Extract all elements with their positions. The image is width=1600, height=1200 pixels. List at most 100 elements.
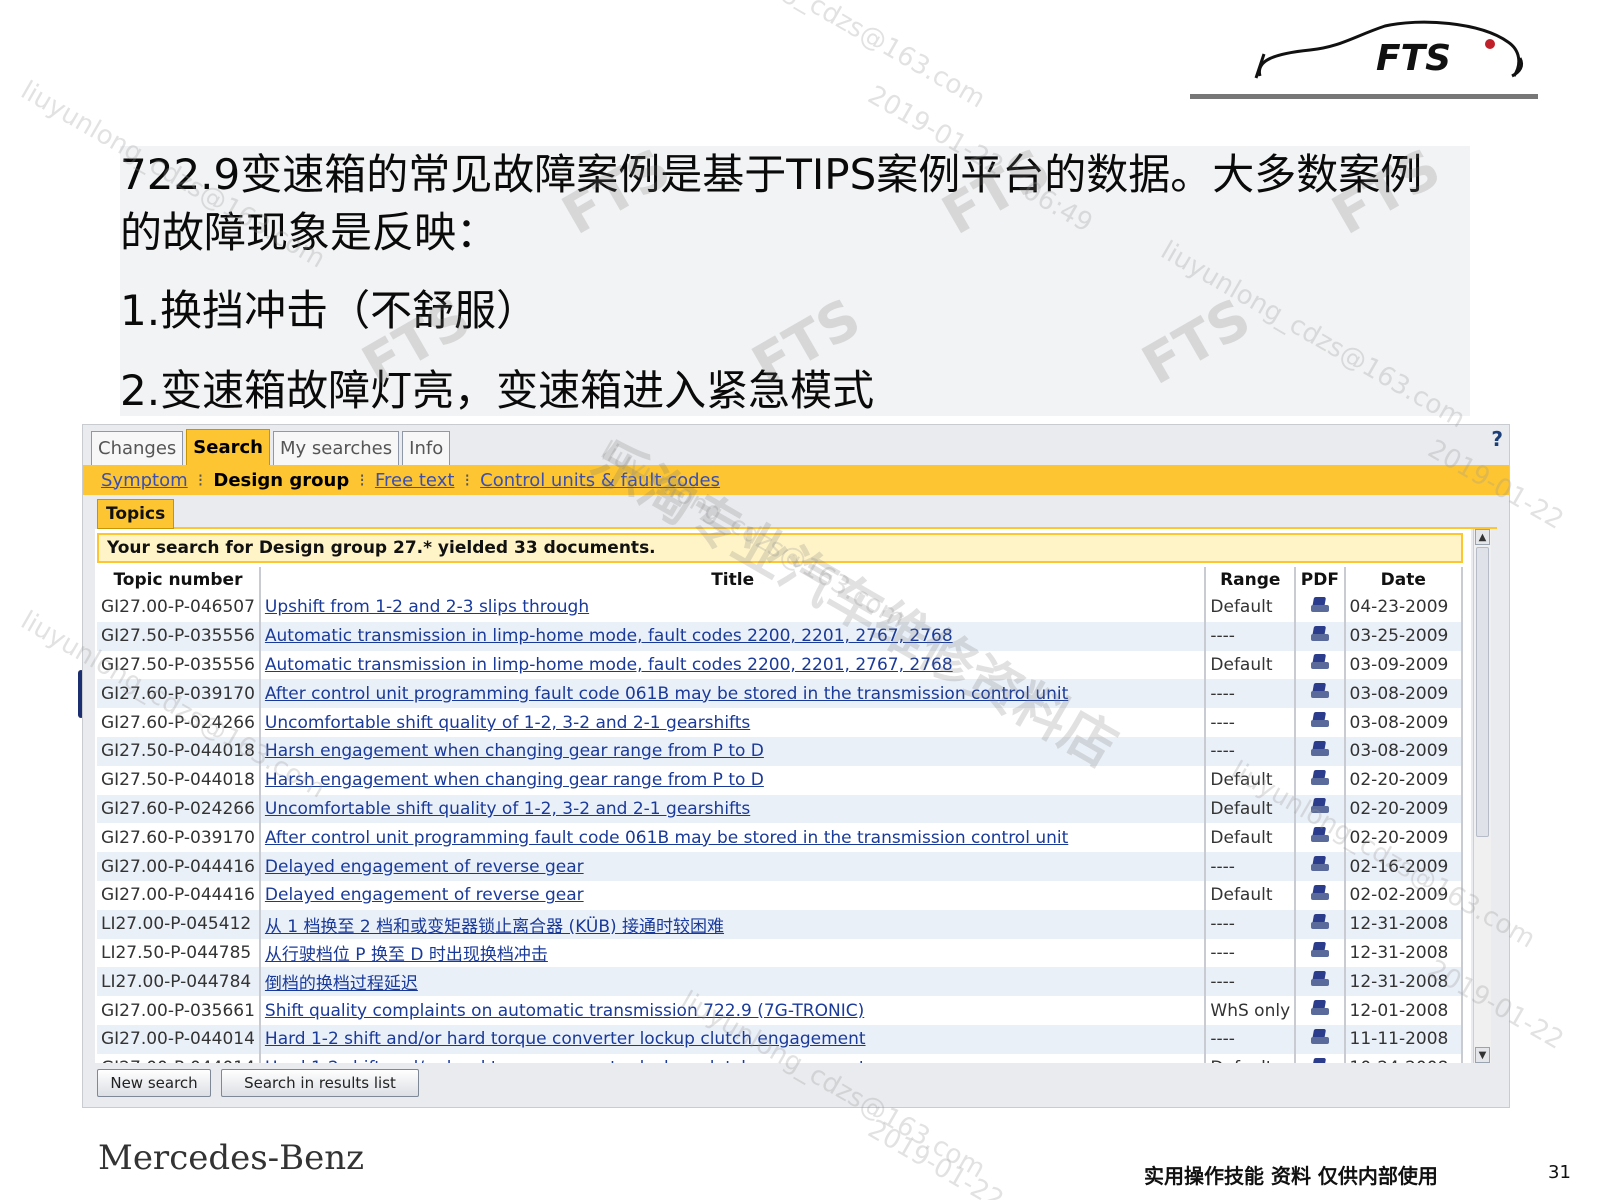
tab-changes[interactable]: Changes bbox=[91, 431, 184, 465]
table-row[interactable]: GI27.60-P-024266 Uncomfortable shift qual… bbox=[97, 794, 1464, 824]
table-row[interactable]: GI27.60-P-039170 After control unit progr… bbox=[97, 823, 1464, 853]
pdf-print-icon[interactable] bbox=[1310, 626, 1329, 642]
subnav-symptom[interactable]: Symptom bbox=[101, 470, 188, 491]
pdf-print-icon[interactable] bbox=[1310, 654, 1329, 670]
pdf-print-icon[interactable] bbox=[1310, 1000, 1329, 1016]
document-title-link[interactable]: Automatic transmission in limp-home mode… bbox=[265, 655, 953, 675]
table-row[interactable]: GI27.00-P-044014Hard 1-2 shift and/or ha… bbox=[97, 1024, 1464, 1054]
pdf-print-icon[interactable] bbox=[1310, 741, 1329, 757]
topic-number-cell: GI27.50-P-044018 bbox=[97, 736, 261, 766]
title-cell: After control unit programming fault cod… bbox=[259, 823, 1207, 853]
help-icon[interactable]: ? bbox=[1491, 427, 1503, 451]
tab-topics[interactable]: Topics bbox=[97, 499, 175, 529]
pdf-cell bbox=[1295, 794, 1346, 824]
date-cell: 02-02-2009 bbox=[1344, 880, 1464, 910]
range-cell: ---- bbox=[1205, 967, 1297, 997]
document-title-link[interactable]: Shift quality complaints on automatic tr… bbox=[265, 1001, 864, 1021]
pdf-print-icon[interactable] bbox=[1310, 770, 1329, 786]
range-cell: ---- bbox=[1205, 736, 1297, 766]
subnav-free-text[interactable]: Free text bbox=[375, 470, 454, 491]
table-row[interactable]: LI27.00-P-044784 倒档的换档过程延迟 ---- 12-31-2008 bbox=[97, 967, 1464, 997]
document-title-link[interactable]: Uncomfortable shift quality of 1-2, 3-2 … bbox=[265, 799, 750, 819]
title-cell: Delayed engagement of reverse gear bbox=[259, 880, 1207, 910]
column-header-title[interactable]: Title bbox=[259, 567, 1207, 593]
new-search-button[interactable]: New search bbox=[97, 1069, 211, 1097]
range-cell: Default bbox=[1205, 765, 1297, 795]
title-cell: 从行驶档位 P 换至 D 时出现换档冲击 bbox=[259, 938, 1207, 968]
document-title-link[interactable]: Harsh engagement when changing gear rang… bbox=[265, 770, 764, 790]
pdf-print-icon[interactable] bbox=[1310, 798, 1329, 814]
table-row[interactable]: LI27.00-P-045412 从 1 档换至 2 档和或变矩器锁止离合器 (K… bbox=[97, 909, 1464, 939]
range-cell: Default bbox=[1205, 794, 1297, 824]
document-title-link[interactable]: Delayed engagement of reverse gear bbox=[265, 857, 584, 877]
topic-number-cell: GI27.60-P-039170 bbox=[97, 679, 261, 709]
column-header-date[interactable]: Date bbox=[1344, 567, 1464, 593]
pdf-print-icon[interactable] bbox=[1310, 1029, 1329, 1045]
results-scrollbar[interactable]: ▲ ▼ bbox=[1473, 529, 1491, 1063]
document-title-link[interactable]: Harsh engagement when changing gear rang… bbox=[265, 741, 764, 761]
title-cell: Automatic transmission in limp-home mode… bbox=[259, 650, 1207, 680]
table-row[interactable]: GI27.00-P-044416 Delayed engagement of re… bbox=[97, 852, 1464, 881]
subnav-design-group[interactable]: Design group bbox=[213, 470, 349, 491]
pdf-print-icon[interactable] bbox=[1310, 683, 1329, 699]
document-title-link[interactable]: 从行驶档位 P 换至 D 时出现换档冲击 bbox=[265, 945, 548, 965]
pdf-print-icon[interactable] bbox=[1310, 942, 1329, 958]
title-cell: Delayed engagement of reverse gear bbox=[259, 852, 1207, 881]
document-title-link[interactable]: Hard 1-2 shift and/or hard torque conver… bbox=[265, 1029, 866, 1049]
scroll-up-arrow-icon[interactable]: ▲ bbox=[1475, 529, 1490, 545]
topic-number-cell: GI27.00-P-044416 bbox=[97, 880, 261, 910]
pdf-print-icon[interactable] bbox=[1310, 856, 1329, 872]
column-header-pdf[interactable]: PDF bbox=[1295, 567, 1346, 593]
subnav-control-units[interactable]: Control units & fault codes bbox=[480, 470, 720, 491]
document-title-link[interactable]: Delayed engagement of reverse gear bbox=[265, 885, 584, 905]
pdf-cell bbox=[1295, 650, 1346, 680]
table-row[interactable]: LI27.50-P-044785 从行驶档位 P 换至 D 时出现换档冲击 ----… bbox=[97, 938, 1464, 968]
topic-number-cell: GI27.60-P-024266 bbox=[97, 708, 261, 737]
pdf-print-icon[interactable] bbox=[1310, 597, 1329, 613]
pdf-print-icon[interactable] bbox=[1310, 712, 1329, 728]
page-number: 31 bbox=[1548, 1162, 1571, 1183]
date-cell: 12-31-2008 bbox=[1344, 967, 1464, 997]
document-title-link[interactable]: Upshift from 1-2 and 2-3 slips through bbox=[265, 597, 589, 617]
pdf-print-icon[interactable] bbox=[1310, 971, 1329, 987]
topic-number-cell: LI27.00-P-045412 bbox=[97, 909, 261, 939]
tips-app-window: ? Changes Search My searches Info Sympto… bbox=[82, 424, 1510, 1108]
search-in-results-button[interactable]: Search in results list bbox=[221, 1069, 419, 1097]
column-header-range[interactable]: Range bbox=[1205, 567, 1297, 593]
tab-search[interactable]: Search bbox=[186, 429, 270, 465]
tab-my-searches[interactable]: My searches bbox=[272, 431, 400, 465]
date-cell: 03-09-2009 bbox=[1344, 650, 1464, 680]
title-cell: 从 1 档换至 2 档和或变矩器锁止离合器 (KÜB) 接通时较困难 bbox=[259, 909, 1207, 939]
table-row[interactable]: GI27.50-P-044018 Harsh engagement when ch… bbox=[97, 736, 1464, 766]
document-title-link[interactable]: 从 1 档换至 2 档和或变矩器锁止离合器 (KÜB) 接通时较困难 bbox=[265, 917, 724, 937]
range-cell: Default bbox=[1205, 1053, 1297, 1063]
topic-number-cell: LI27.00-P-044784 bbox=[97, 967, 261, 997]
document-title-link[interactable]: Automatic transmission in limp-home mode… bbox=[265, 626, 953, 646]
table-row[interactable]: GI27.00-P-044014Hard 1-2 shift and/or ha… bbox=[97, 1053, 1464, 1063]
intro-line-2: 的故障现象是反映： bbox=[120, 208, 499, 257]
pdf-print-icon[interactable] bbox=[1310, 914, 1329, 930]
date-cell: 12-01-2008 bbox=[1344, 996, 1464, 1025]
table-row[interactable]: GI27.50-P-035556 Automatic transmission i… bbox=[97, 621, 1464, 651]
table-row[interactable]: GI27.00-P-035661 Shift quality complaints… bbox=[97, 996, 1464, 1025]
scroll-thumb[interactable] bbox=[1476, 547, 1489, 837]
table-row[interactable]: GI27.60-P-039170 After control unit progr… bbox=[97, 679, 1464, 709]
topic-number-cell: GI27.00-P-035661 bbox=[97, 996, 261, 1025]
table-row[interactable]: GI27.50-P-044018 Harsh engagement when ch… bbox=[97, 765, 1464, 795]
document-title-link[interactable]: Uncomfortable shift quality of 1-2, 3-2 … bbox=[265, 713, 750, 733]
pdf-print-icon[interactable] bbox=[1310, 827, 1329, 843]
logo-text: FTS bbox=[1376, 38, 1451, 79]
tab-info[interactable]: Info bbox=[402, 431, 451, 465]
document-title-link[interactable]: After control unit programming fault cod… bbox=[265, 684, 1068, 704]
pdf-print-icon[interactable] bbox=[1310, 885, 1329, 901]
table-row[interactable]: GI27.60-P-024266 Uncomfortable shift qual… bbox=[97, 708, 1464, 737]
scroll-down-arrow-icon[interactable]: ▼ bbox=[1475, 1047, 1490, 1063]
table-row[interactable]: GI27.00-P-044416 Delayed engagement of re… bbox=[97, 880, 1464, 910]
result-count-banner: Your search for Design group 27.* yielde… bbox=[97, 533, 1463, 563]
table-row[interactable]: GI27.50-P-035556 Automatic transmission i… bbox=[97, 650, 1464, 680]
document-title-link[interactable]: 倒档的换档过程延迟 bbox=[265, 974, 418, 994]
table-row[interactable]: GI27.00-P-046507 Upshift from 1-2 and 2-3… bbox=[97, 593, 1464, 622]
topic-number-cell: GI27.50-P-044018 bbox=[97, 765, 261, 795]
column-header-topic[interactable]: Topic number bbox=[97, 567, 261, 593]
document-title-link[interactable]: After control unit programming fault cod… bbox=[265, 828, 1068, 848]
